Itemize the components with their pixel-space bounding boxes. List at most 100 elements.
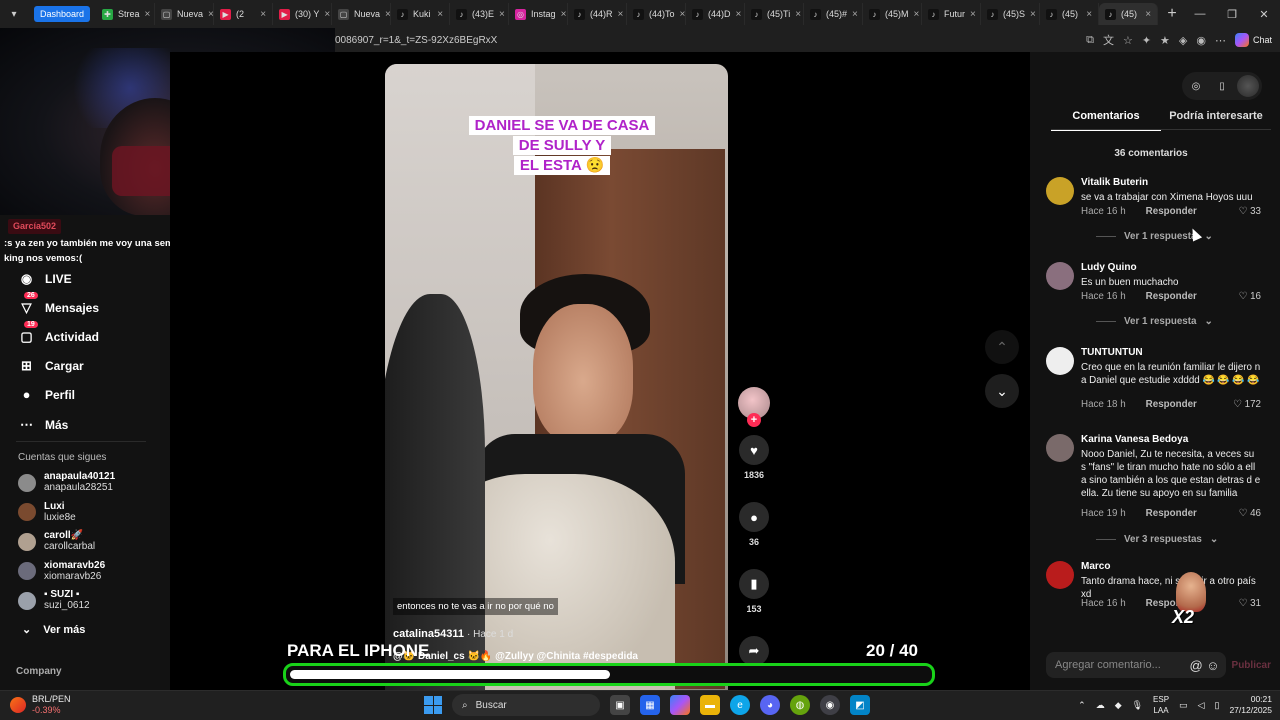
commenter-avatar[interactable] <box>1046 262 1074 290</box>
tray-expand-icon[interactable]: ⌃ <box>1078 700 1086 711</box>
commenter-avatar[interactable] <box>1046 347 1074 375</box>
commenter-avatar[interactable] <box>1046 434 1074 462</box>
following-account[interactable]: anapaula40121 anapaula28251 <box>18 471 115 494</box>
next-video-button[interactable]: ⌄ <box>985 374 1019 408</box>
browser-tab[interactable]: ♪ (43)E × <box>450 3 510 25</box>
battery-icon[interactable]: ▯ <box>1215 700 1220 711</box>
copilot-app-icon[interactable] <box>670 695 690 715</box>
favorite-star-icon[interactable]: ☆ <box>1123 34 1133 47</box>
tab-close-icon[interactable]: × <box>970 9 976 20</box>
share-button[interactable]: ➦ <box>739 636 769 666</box>
close-window-icon[interactable]: ✕ <box>1248 0 1280 28</box>
tab-close-icon[interactable]: × <box>795 9 801 20</box>
maximize-icon[interactable]: ❐ <box>1216 0 1248 28</box>
view-replies-button[interactable]: Ver 3 respuestas ⌄ <box>1096 534 1218 545</box>
sidebar-item-live[interactable]: ◉ LIVE <box>18 270 72 287</box>
sidebar-item-profile[interactable]: ● Perfil <box>18 386 75 403</box>
tab-close-icon[interactable]: × <box>499 9 505 20</box>
browser-tab[interactable]: ♪ (45)# × <box>804 3 864 25</box>
view-replies-button[interactable]: Ver 1 respuesta ⌄ <box>1096 316 1213 327</box>
browser-tab[interactable]: ♪ Kuki × <box>391 3 451 25</box>
tab-close-icon[interactable]: × <box>914 9 920 20</box>
following-account[interactable]: Luxi luxie8e <box>18 501 76 524</box>
like-button[interactable]: ♥ <box>739 435 769 465</box>
favorites-icon[interactable]: ★ <box>1160 34 1170 47</box>
sidebar-item-messages[interactable]: ▽ 26 Mensajes <box>18 292 99 316</box>
commenter-name[interactable]: Marco <box>1081 561 1110 572</box>
browser-tab[interactable]: ♪ (44)To × <box>627 3 687 25</box>
menu-dots-icon[interactable]: ⋯ <box>1215 34 1226 47</box>
following-account[interactable]: xiomaravb26 xiomaravb26 <box>18 560 105 583</box>
following-account[interactable]: caroll🚀 carollcarbal <box>18 530 95 553</box>
commenter-avatar[interactable] <box>1046 561 1074 589</box>
commenter-name[interactable]: Ludy Quino <box>1081 262 1137 273</box>
task-view-icon[interactable]: ▣ <box>610 695 630 715</box>
workspace-label[interactable]: Dashboard <box>34 6 91 22</box>
cloud-icon[interactable]: ☁ <box>1096 700 1105 711</box>
tab-close-icon[interactable]: × <box>260 9 266 20</box>
comment-like-button[interactable]: ♡ 33 <box>1239 206 1261 217</box>
browser-tab[interactable]: ▶ (30) Y × <box>273 3 333 25</box>
browser-tab[interactable]: ♪ (45)Ti × <box>745 3 805 25</box>
extension-icon[interactable]: ✦ <box>1142 34 1151 47</box>
browser-tab[interactable]: ✚ Strea × <box>96 3 156 25</box>
commenter-name[interactable]: TUNTUNTUN <box>1081 347 1143 358</box>
profile-avatar-icon[interactable]: ◉ <box>1196 34 1206 47</box>
language-indicator[interactable]: ESP LAA <box>1153 694 1169 716</box>
sidebar-item-activity[interactable]: ▢ 19 Actividad <box>18 321 99 345</box>
app-window-icon[interactable]: ◩ <box>850 695 870 715</box>
phone-icon[interactable]: ▯ <box>1211 75 1233 97</box>
browser-tab[interactable]: ♪ (44)D × <box>686 3 746 25</box>
discord-icon[interactable]: ◕ <box>760 695 780 715</box>
comment-like-button[interactable]: ♡ 172 <box>1233 399 1261 410</box>
tab-close-icon[interactable]: × <box>324 9 330 20</box>
tab-comments[interactable]: Comentarios <box>1051 110 1161 131</box>
file-explorer-icon[interactable]: ▬ <box>700 695 720 715</box>
network-icon[interactable]: ▭ <box>1179 700 1188 711</box>
browser-tab[interactable]: ♪ (45)M × <box>863 3 923 25</box>
previous-video-button[interactable]: ⌃ <box>985 330 1019 364</box>
tab-close-icon[interactable]: × <box>852 9 858 20</box>
comment-input[interactable]: Agregar comentario... @ ☺ <box>1046 652 1226 678</box>
publish-button[interactable]: Publicar <box>1232 660 1271 671</box>
tab-close-icon[interactable]: × <box>437 9 443 20</box>
author-name[interactable]: catalina54311 <box>393 628 464 640</box>
creator-avatar[interactable]: + <box>738 387 770 427</box>
windows-start-icon[interactable] <box>424 696 442 714</box>
user-avatar[interactable] <box>1237 75 1259 97</box>
browser-tab[interactable]: ▢ Nueva × <box>155 3 215 25</box>
tab-close-icon[interactable]: × <box>1086 9 1092 20</box>
ticker-widget[interactable]: BRL/PEN -0.39% <box>10 694 71 716</box>
tab-recommended[interactable]: Podría interesarte <box>1161 110 1271 131</box>
volume-icon[interactable]: ◁ <box>1198 700 1205 711</box>
microphone-icon[interactable]: 🎙 <box>1132 700 1143 711</box>
browser-tab[interactable]: ▶ (2 × <box>214 3 274 25</box>
tab-close-icon[interactable]: × <box>561 9 567 20</box>
following-account[interactable]: ▪ SUZI ▪ suzi_0612 <box>18 589 90 612</box>
tab-close-icon[interactable]: × <box>680 9 685 20</box>
commenter-name[interactable]: Karina Vanesa Bedoya <box>1081 434 1188 445</box>
tab-close-icon[interactable]: × <box>145 9 151 20</box>
open-app-icon[interactable]: ⧉ <box>1086 34 1094 47</box>
clock[interactable]: 00:21 27/12/2025 <box>1229 694 1272 716</box>
comment-like-button[interactable]: ♡ 16 <box>1239 291 1261 302</box>
comment-like-button[interactable]: ♡ 31 <box>1239 598 1261 609</box>
browser-tab[interactable]: ♪ (45) × <box>1099 3 1159 25</box>
translate-icon[interactable]: 文 <box>1103 32 1114 48</box>
tab-close-icon[interactable]: × <box>618 9 624 20</box>
obs-icon[interactable]: ◉ <box>820 695 840 715</box>
comment-like-button[interactable]: ♡ 46 <box>1239 508 1261 519</box>
app-tray-icon[interactable]: ◆ <box>1115 700 1122 711</box>
see-more-button[interactable]: ⌄ Ver más <box>22 623 85 637</box>
reply-button[interactable]: Responder <box>1146 291 1197 302</box>
coin-icon[interactable]: ◎ <box>1185 75 1207 97</box>
url-text[interactable]: 0086907_r=1&_t=ZS-92Xz6BEgRxX <box>335 35 497 46</box>
tab-close-icon[interactable]: × <box>1145 9 1151 20</box>
comment-button[interactable]: ● <box>739 502 769 532</box>
browser-tab[interactable]: ♪ Futur × <box>922 3 982 25</box>
video-author[interactable]: catalina54311 · Hace 1 d <box>393 628 513 640</box>
sidebar-item-upload[interactable]: ⊞ Cargar <box>18 357 84 374</box>
taskbar-search[interactable]: ⌕ Buscar <box>452 694 600 716</box>
company-link[interactable]: Company <box>16 666 62 677</box>
browser-tab[interactable]: ♪ (45) × <box>1040 3 1100 25</box>
